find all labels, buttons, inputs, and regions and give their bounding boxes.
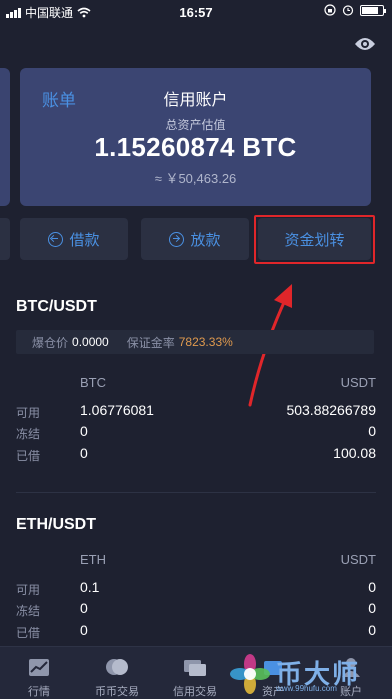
credit-trade-icon: [184, 660, 206, 676]
margin-label: 保证金率: [126, 335, 175, 350]
btc-row-available-btc: 1.06776081: [80, 402, 154, 418]
btc-pair-title: BTC/USDT: [16, 298, 97, 315]
eth-row-available-label: 可用: [16, 583, 41, 597]
status-bar: 中国联通 16:57: [0, 0, 392, 24]
rotation-lock-icon: [324, 4, 336, 16]
liquidation-value: 0.0000: [72, 335, 109, 349]
btc-row-frozen-btc: 0: [80, 423, 88, 439]
eth-row-borrowed-label: 已借: [16, 626, 41, 640]
chart-icon: [29, 659, 49, 676]
status-right: [324, 4, 386, 16]
btc-col-right: USDT: [340, 375, 376, 390]
eth-col-right: USDT: [340, 552, 376, 567]
repay-label: 放款: [190, 231, 221, 249]
btc-row-available-usdt: 503.88266789: [286, 402, 376, 418]
eth-row-borrowed-eth: 0: [80, 622, 88, 638]
btc-row-available-label: 可用: [16, 406, 41, 420]
liquidation-label: 爆仓价: [32, 335, 69, 350]
btc-col-left: BTC: [80, 375, 106, 390]
coin-exchange-icon: [106, 659, 128, 675]
eth-row-available-usdt: 0: [368, 579, 376, 595]
repay-button[interactable]: 放款: [141, 218, 249, 260]
eth-row-frozen-usdt: 0: [368, 600, 376, 616]
btc-info-strip: 爆仓价 0.0000 保证金率 7823.33%: [16, 330, 374, 354]
btc-row-borrowed-btc: 0: [80, 445, 88, 461]
eth-row-frozen-eth: 0: [80, 600, 88, 616]
eth-row-borrowed-usdt: 0: [368, 622, 376, 638]
account-card: 账单 信用账户 总资产估值 1.15260874 BTC ≈ ￥50,463.2…: [20, 68, 371, 206]
section-divider: [16, 492, 376, 493]
card-title: 信用账户: [163, 92, 228, 109]
borrow-button[interactable]: 借款: [20, 218, 128, 260]
eth-pair-title: ETH/USDT: [16, 516, 96, 533]
total-assets-amount: 1.15260874 BTC: [94, 132, 297, 162]
battery-icon: [360, 4, 386, 16]
total-assets-fiat: ≈ ￥50,463.26: [154, 171, 237, 186]
watermark-logo-icon: [230, 654, 270, 694]
btc-row-frozen-usdt: 0: [368, 423, 376, 439]
eth-row-available-eth: 0.1: [80, 579, 100, 595]
borrow-label: 借款: [69, 231, 100, 249]
prev-card-peek[interactable]: [0, 68, 10, 206]
tab-credit-trade-label: 信用交易: [173, 686, 217, 698]
tab-credit-trade[interactable]: 信用交易: [156, 647, 234, 699]
borrow-arrow-icon: [48, 231, 64, 247]
prev-button-peek[interactable]: [0, 218, 10, 260]
watermark: 币大师 www.99hufu.com: [228, 650, 378, 698]
tab-coin-exchange[interactable]: 币币交易: [78, 647, 156, 699]
eth-row-frozen-label: 冻结: [16, 604, 41, 618]
tab-market[interactable]: 行情: [0, 647, 78, 699]
tab-market-label: 行情: [28, 686, 50, 698]
repay-arrow-icon: [169, 231, 185, 247]
btc-row-borrowed-usdt: 100.08: [333, 445, 376, 461]
btc-row-borrowed-label: 已借: [16, 449, 41, 463]
eth-col-left: ETH: [80, 552, 106, 567]
margin-value: 7823.33%: [178, 335, 233, 349]
battery-fill: [362, 6, 378, 14]
tab-coin-exchange-label: 币币交易: [95, 686, 139, 698]
highlight-box: [254, 215, 375, 264]
eye-icon[interactable]: [354, 36, 376, 52]
btc-row-frozen-label: 冻结: [16, 427, 41, 441]
watermark-url: www.99hufu.com: [276, 684, 337, 693]
total-assets-label: 总资产估值: [165, 118, 226, 132]
alarm-icon: [342, 5, 354, 16]
